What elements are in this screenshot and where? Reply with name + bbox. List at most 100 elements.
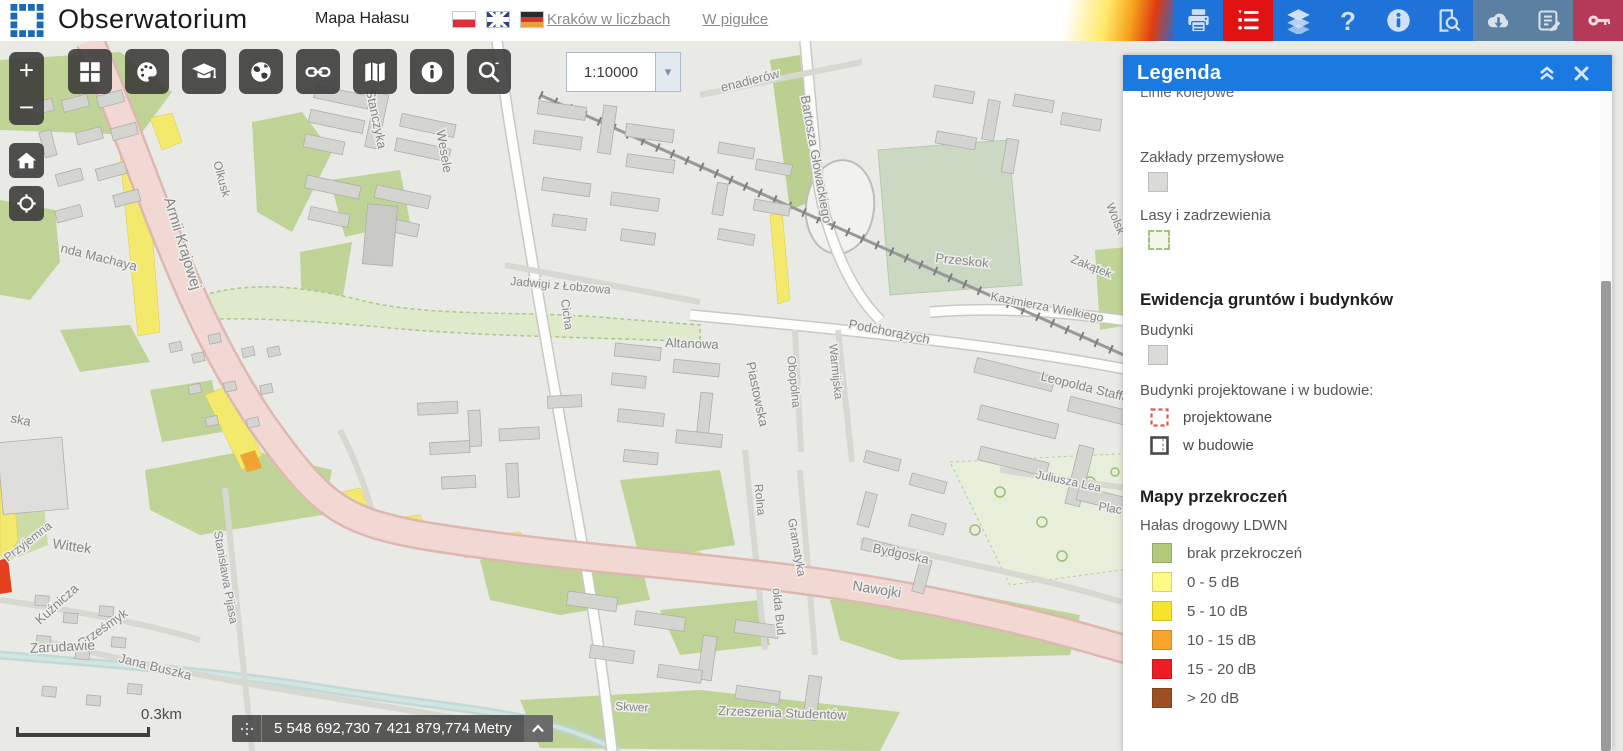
locate-button[interactable] xyxy=(9,186,44,221)
app: Armii Krajowej Olkusk nda Machaya ska Wi… xyxy=(0,0,1623,751)
legend-item-industry-label: Zakłady przemysłowe xyxy=(1140,149,1600,166)
login-key-button[interactable] xyxy=(1573,0,1623,41)
graduation-cap-icon xyxy=(191,59,217,85)
scalebar xyxy=(16,727,150,737)
home-button[interactable] xyxy=(9,143,44,178)
legend-button-active[interactable] xyxy=(1223,0,1273,41)
document-search-icon xyxy=(1435,7,1462,34)
header-links: Kraków w liczbach W pigułce xyxy=(547,11,768,28)
coordinates-collapse-button[interactable] xyxy=(524,715,553,742)
cloud-download-icon xyxy=(1485,7,1512,34)
zoom-out-button[interactable]: − xyxy=(9,89,44,126)
cloud-download-button[interactable] xyxy=(1473,0,1523,41)
legend-item-under-construction: w budowie xyxy=(1150,436,1600,455)
home-icon xyxy=(16,150,37,171)
legend-item-planned-buildings-label: Budynki projektowane i w budowie: xyxy=(1140,382,1600,399)
search-icon xyxy=(476,59,502,85)
legend-content[interactable]: Linie kolejowe Zakłady przemysłowe Lasy … xyxy=(1123,91,1600,751)
noise-class-row: 5 - 10 dB xyxy=(1152,601,1600,621)
noise-swatch xyxy=(1152,688,1172,708)
info-button[interactable] xyxy=(1373,0,1423,41)
legend-item-planned: projektowane xyxy=(1150,408,1600,427)
under-construction-label: w budowie xyxy=(1183,437,1254,454)
noise-class-label: brak przekroczeń xyxy=(1187,545,1302,562)
legend-item-label: Linie kolejowe xyxy=(1140,91,1600,101)
scale-value[interactable]: 1:10000 xyxy=(566,52,656,92)
theme-palette-button[interactable] xyxy=(125,49,169,94)
close-icon xyxy=(1574,66,1589,81)
under-construction-swatch xyxy=(1150,436,1169,455)
sport-field xyxy=(878,140,1022,295)
noise-class-row: > 20 dB xyxy=(1152,688,1600,708)
noise-class-label: > 20 dB xyxy=(1187,690,1239,707)
scale-selector: 1:10000 ▾ xyxy=(566,52,681,92)
help-button[interactable]: ? xyxy=(1323,0,1373,41)
education-button[interactable] xyxy=(182,49,226,94)
header: Obserwatorium Mapa Hałasu Kraków w liczb… xyxy=(0,0,1623,41)
coordinates-grip[interactable] xyxy=(232,715,262,742)
basemap-grid-button[interactable] xyxy=(68,49,112,94)
coordinates-bar: 5 548 692,730 7 421 879,774 Metry xyxy=(232,715,553,742)
language-switcher xyxy=(452,11,544,28)
info-icon xyxy=(1385,7,1412,34)
legend-collapse-button[interactable] xyxy=(1530,58,1564,88)
poland-flag[interactable] xyxy=(452,11,476,28)
print-button[interactable] xyxy=(1173,0,1223,41)
legend-scrollbar[interactable] xyxy=(1600,91,1612,751)
chevron-up-icon xyxy=(531,724,545,733)
crosshair-icon xyxy=(16,193,37,214)
page-title: Mapa Hałasu xyxy=(315,10,409,28)
globe-icon xyxy=(248,59,274,85)
notes-edit-button[interactable] xyxy=(1523,0,1573,41)
help-icon: ? xyxy=(1340,8,1356,34)
legend-panel: Legenda Linie kolejowe Zakłady przemysło… xyxy=(1123,55,1612,751)
noise-layer-label: Hałas drogowy LDWN xyxy=(1140,517,1600,534)
germany-flag[interactable] xyxy=(520,11,544,28)
map-info-button[interactable] xyxy=(410,49,454,94)
map-toolbar xyxy=(68,49,511,94)
scalebar-label: 0.3km xyxy=(141,706,182,723)
noise-swatch xyxy=(1152,630,1172,650)
noise-class-row: brak przekroczeń xyxy=(1152,543,1600,563)
legend-item-railways: Linie kolejowe xyxy=(1140,91,1600,103)
double-chevron-up-icon xyxy=(1537,64,1557,82)
document-search-button[interactable] xyxy=(1423,0,1473,41)
noise-class-label: 5 - 10 dB xyxy=(1187,603,1248,620)
app-title: Obserwatorium xyxy=(58,4,248,35)
zoom-controls: + − xyxy=(9,52,44,125)
industry-swatch xyxy=(1148,172,1168,192)
folded-map-icon xyxy=(362,59,388,85)
street-label: Skwer xyxy=(615,699,649,715)
layers-icon xyxy=(1285,7,1312,34)
legend-title: Legenda xyxy=(1137,62,1221,85)
noise-swatch xyxy=(1152,572,1172,592)
zoom-in-button[interactable]: + xyxy=(9,52,44,89)
palette-icon xyxy=(134,59,160,85)
legend-item-forest-label: Lasy i zadrzewienia xyxy=(1140,207,1600,224)
map-sheets-button[interactable] xyxy=(353,49,397,94)
dots-grip-icon xyxy=(240,722,254,736)
legend-item-buildings-label: Budynki xyxy=(1140,322,1600,339)
info-circle-icon xyxy=(419,59,445,85)
top-toolbar: ? xyxy=(1173,0,1623,41)
obserwatorium-logo xyxy=(10,4,44,37)
legend-scrollbar-thumb[interactable] xyxy=(1601,281,1611,751)
key-icon xyxy=(1585,7,1612,34)
share-link-button[interactable] xyxy=(296,49,340,94)
layers-button[interactable] xyxy=(1273,0,1323,41)
legend-panel-header[interactable]: Legenda xyxy=(1123,55,1612,91)
link-icon xyxy=(305,59,331,85)
planned-building-swatch xyxy=(1150,408,1169,427)
globe-button[interactable] xyxy=(239,49,283,94)
krakow-w-liczbach-link[interactable]: Kraków w liczbach xyxy=(547,11,670,28)
noise-swatch xyxy=(1152,659,1172,679)
scale-dropdown-arrow[interactable]: ▾ xyxy=(656,52,681,92)
noise-class-label: 0 - 5 dB xyxy=(1187,574,1240,591)
print-icon xyxy=(1185,7,1212,34)
map-search-button[interactable] xyxy=(467,49,511,94)
uk-flag[interactable] xyxy=(486,11,510,28)
legend-close-button[interactable] xyxy=(1564,58,1598,88)
noise-class-row: 10 - 15 dB xyxy=(1152,630,1600,650)
w-pigulce-link[interactable]: W pigułce xyxy=(702,11,768,28)
coordinates-value: 5 548 692,730 7 421 879,774 Metry xyxy=(262,720,524,737)
